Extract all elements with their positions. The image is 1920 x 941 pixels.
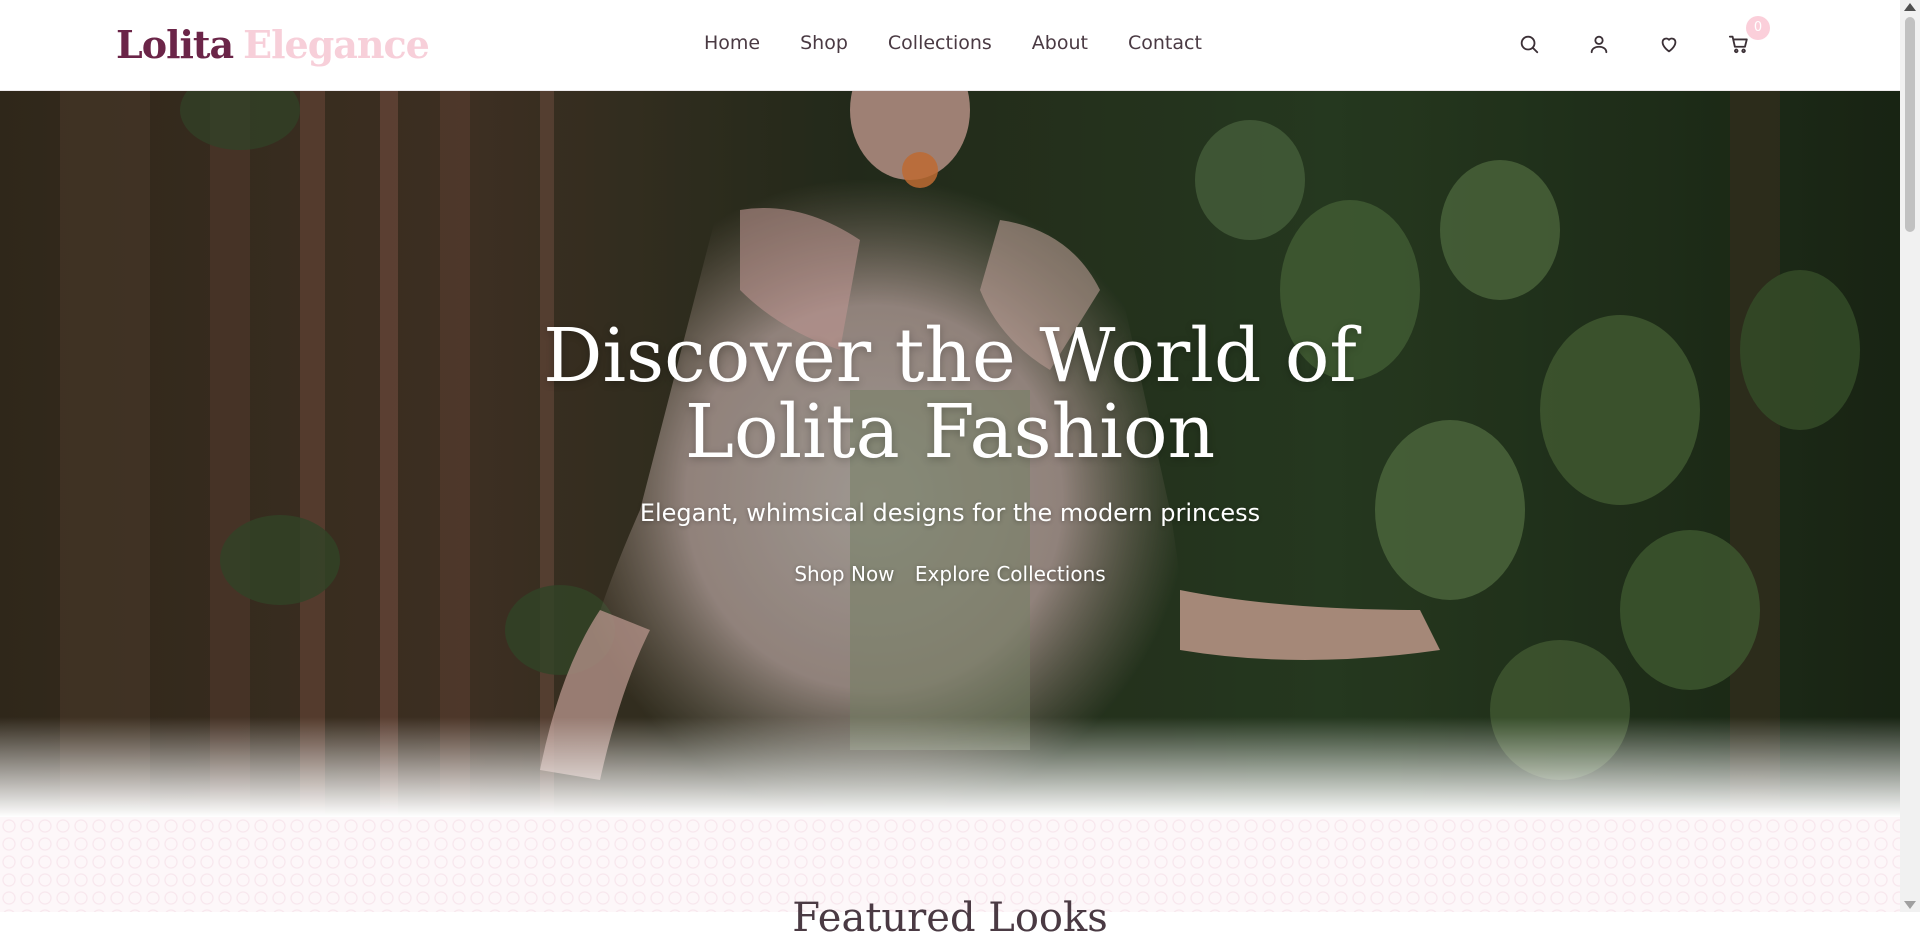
user-icon[interactable] <box>1588 33 1610 55</box>
cart-icon[interactable]: 0 <box>1728 16 1770 55</box>
hero-title-line1: Discover the World of <box>543 313 1357 399</box>
section-title: Featured Looks <box>792 895 1108 941</box>
brand-name-part2: Elegance <box>243 22 430 67</box>
brand-name-part1: Lolita <box>116 22 234 67</box>
hero-actions: Shop Now Explore Collections <box>0 562 1900 586</box>
hero-subtitle: Elegant, whimsical designs for the moder… <box>639 499 1261 527</box>
brand-logo[interactable]: Lolita Elegance <box>116 22 430 67</box>
explore-collections-button[interactable]: Explore Collections <box>915 562 1106 586</box>
scroll-up-arrow-icon[interactable] <box>1904 3 1916 11</box>
page-scrollbar[interactable] <box>1900 0 1920 912</box>
hero-bottom-fade <box>0 717 1900 817</box>
hero-title: Discover the World of Lolita Fashion <box>0 318 1900 470</box>
hero-banner: Discover the World of Lolita Fashion Ele… <box>0 90 1900 817</box>
heart-icon[interactable] <box>1658 33 1680 55</box>
shop-now-button[interactable]: Shop Now <box>794 562 894 586</box>
header-actions: 0 <box>1470 16 1770 55</box>
main-nav: Home Shop Collections About Contact <box>704 32 1242 54</box>
nav-item-about[interactable]: About <box>1032 32 1088 54</box>
site-header: Lolita Elegance Home Shop Collections Abo… <box>0 0 1900 91</box>
scroll-down-arrow-icon[interactable] <box>1904 901 1916 909</box>
cart-count-badge: 0 <box>1746 16 1770 40</box>
search-icon[interactable] <box>1518 33 1540 55</box>
nav-item-contact[interactable]: Contact <box>1128 32 1202 54</box>
nav-item-collections[interactable]: Collections <box>888 32 992 54</box>
hero-title-line2: Lolita Fashion <box>684 389 1216 475</box>
nav-item-shop[interactable]: Shop <box>800 32 848 54</box>
nav-item-home[interactable]: Home <box>704 32 760 54</box>
scrollbar-thumb[interactable] <box>1905 17 1915 232</box>
